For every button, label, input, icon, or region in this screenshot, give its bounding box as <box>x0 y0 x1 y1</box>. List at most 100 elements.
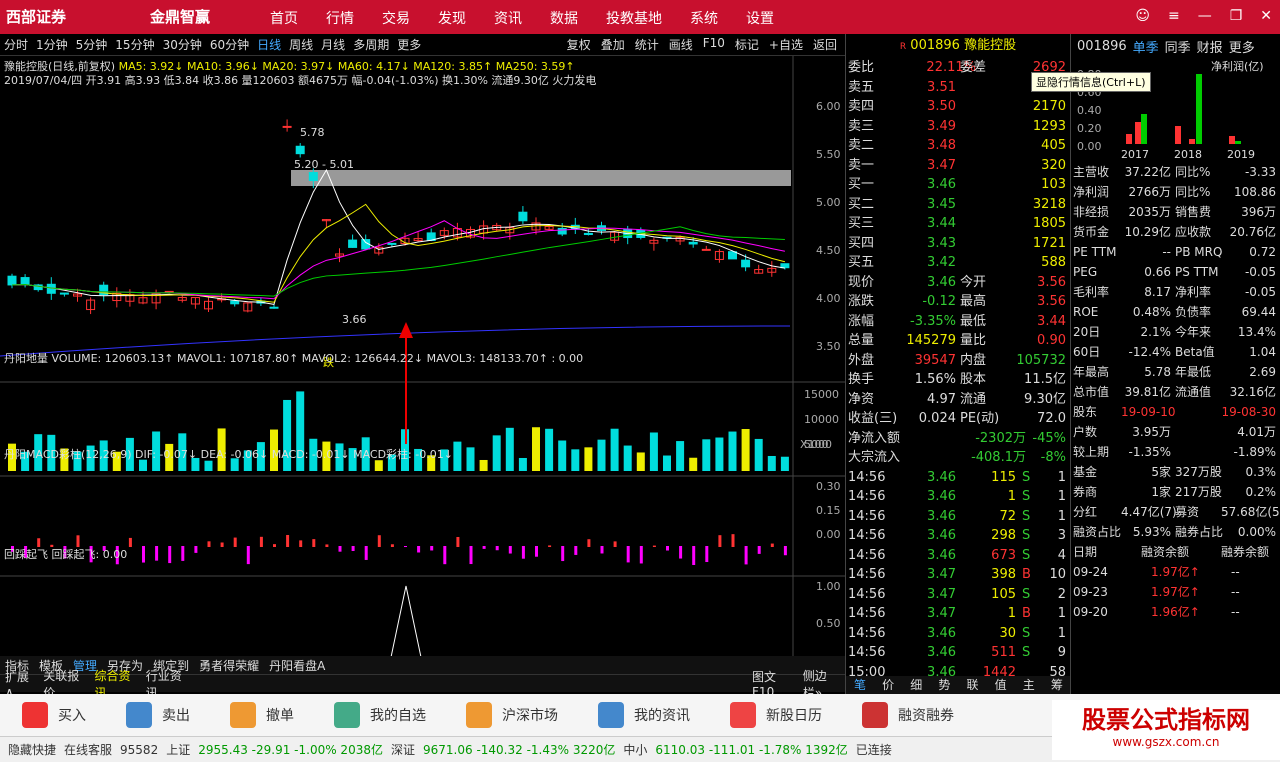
sell-label: 卖三 <box>848 118 875 134</box>
f10-tab-4[interactable]: 更多 <box>1229 37 1255 56</box>
quote-tab-4[interactable]: 联 <box>967 676 979 694</box>
tick-count: 1 <box>1057 469 1066 485</box>
tool-tab-4[interactable]: F10 <box>703 36 725 53</box>
app-logo: 金鼎智赢 <box>150 8 211 26</box>
quick-5-button[interactable]: 我的资讯 <box>598 702 690 728</box>
macd-bar <box>155 546 159 561</box>
menu-icon[interactable]: ≡ <box>1168 8 1180 24</box>
macd-bar <box>482 546 486 549</box>
nav-item-1[interactable]: 行情 <box>326 8 354 28</box>
f10-cell: 年最高 <box>1073 365 1110 379</box>
f10-cell: PEG <box>1073 265 1098 279</box>
quick-label: 融资融券 <box>898 708 954 724</box>
huicai-tick: 0.50 <box>816 617 841 630</box>
zx-index-label: 中小 <box>623 743 648 757</box>
f10-tab-2[interactable]: 同季 <box>1165 37 1191 56</box>
close-icon[interactable]: ✕ <box>1260 8 1272 24</box>
quick-7-button[interactable]: 融资融券 <box>862 702 954 728</box>
quick-label: 买入 <box>58 708 86 724</box>
f10-cell: 4.01万 <box>1237 425 1276 439</box>
sell-label: 卖五 <box>848 79 875 95</box>
nav-item-4[interactable]: 资讯 <box>494 8 522 28</box>
nav-item-2[interactable]: 交易 <box>382 8 410 28</box>
period-tab-7[interactable]: 周线 <box>289 36 313 53</box>
tick-side: S <box>1022 586 1031 602</box>
window-controls: ☺ ≡ — ❐ ✕ <box>1135 8 1272 24</box>
profit-bar <box>1229 136 1235 144</box>
period-tab-0[interactable]: 分时 <box>4 36 28 53</box>
margin-cell: 1.97亿↑ <box>1151 565 1200 579</box>
tick-count: 9 <box>1057 645 1066 660</box>
tick-time: 14:56 <box>848 606 886 621</box>
price-tick: 3.50 <box>816 340 841 353</box>
tick-side: S <box>1022 489 1031 504</box>
hide-shortcuts[interactable]: 隐藏快捷 <box>8 741 56 758</box>
tool-tab-7[interactable]: 返回 <box>813 36 837 53</box>
margin-cell: 09-24 <box>1073 565 1108 579</box>
f10-tab-0[interactable]: 001896 <box>1077 39 1127 54</box>
period-tab-2[interactable]: 5分钟 <box>76 36 108 53</box>
indicator-tab-5[interactable]: 勇者得荣耀 <box>199 657 259 674</box>
f10-cell: 13.4% <box>1237 325 1276 339</box>
quote-tab-7[interactable]: 筹 <box>1051 676 1063 694</box>
minimize-icon[interactable]: — <box>1198 8 1212 24</box>
tick-side: S <box>1022 625 1031 641</box>
quick-1-button[interactable]: 卖出 <box>126 702 190 728</box>
quote-tab-3[interactable]: 势 <box>938 676 950 694</box>
tick-vol: 511 <box>991 645 1016 660</box>
period-tab-10[interactable]: 更多 <box>397 36 421 53</box>
quote-tab-0[interactable]: 笔 <box>854 676 866 694</box>
period-tab-4[interactable]: 30分钟 <box>163 36 202 53</box>
period-tab-9[interactable]: 多周期 <box>353 36 389 53</box>
sh-index-label: 上证 <box>166 743 191 757</box>
candle-body <box>7 275 17 286</box>
nav-item-6[interactable]: 投教基地 <box>606 8 662 28</box>
period-tab-8[interactable]: 月线 <box>321 36 345 53</box>
quick-4-button[interactable]: 沪深市场 <box>466 702 558 728</box>
f10-cell: 10.29亿 <box>1124 225 1171 239</box>
fin-value: 0.024 <box>918 411 956 426</box>
indicator-tab-6[interactable]: 丹阳看盘A <box>269 657 325 674</box>
period-tab-1[interactable]: 1分钟 <box>36 36 68 53</box>
nav-item-7[interactable]: 系统 <box>690 8 718 28</box>
sell-level: 卖三 3.49 1293 <box>846 117 1070 137</box>
volume-bar <box>571 449 580 471</box>
period-tab-3[interactable]: 15分钟 <box>115 36 154 53</box>
nav-item-5[interactable]: 数据 <box>550 8 578 28</box>
online-service[interactable]: 在线客服 <box>64 741 112 758</box>
quick-7-icon <box>862 702 888 728</box>
period-tab-6[interactable]: 日线 <box>257 36 281 53</box>
macd-bar <box>521 546 525 559</box>
f10-row: ROE 0.48% 负债率 69.44 <box>1071 302 1280 322</box>
f10-tab-3[interactable]: 财报 <box>1197 37 1223 56</box>
tool-tab-5[interactable]: 标记 <box>735 36 759 53</box>
buy-label: 买三 <box>848 216 875 231</box>
tool-tab-0[interactable]: 复权 <box>567 36 591 53</box>
f10-tab-1[interactable]: 单季 <box>1133 37 1159 56</box>
quote-tab-2[interactable]: 细 <box>910 676 922 694</box>
tool-tab-1[interactable]: 叠加 <box>601 36 625 53</box>
tool-tab-2[interactable]: 统计 <box>635 36 659 53</box>
tool-tab-3[interactable]: 画线 <box>669 36 693 53</box>
f10-cell: 0.2% <box>1245 485 1277 499</box>
flow-pct: -8% <box>1040 450 1066 465</box>
tool-tab-6[interactable]: +自选 <box>769 36 803 53</box>
nav-item-0[interactable]: 首页 <box>270 8 298 28</box>
quote-tab-1[interactable]: 价 <box>882 676 894 694</box>
quick-3-button[interactable]: 我的自选 <box>334 702 426 728</box>
quick-label: 卖出 <box>162 708 190 724</box>
quick-2-button[interactable]: 撤单 <box>230 702 294 728</box>
maximize-icon[interactable]: ❐ <box>1230 8 1243 24</box>
quick-6-button[interactable]: 新股日历 <box>730 702 822 728</box>
nav-item-3[interactable]: 发现 <box>438 8 466 28</box>
q-label: 总量 <box>848 333 875 348</box>
volume-bar <box>623 445 632 471</box>
macd-bar <box>207 541 211 547</box>
period-tab-5[interactable]: 60分钟 <box>210 36 249 53</box>
quote-tab-5[interactable]: 值 <box>995 676 1007 694</box>
quick-0-button[interactable]: 买入 <box>22 702 86 728</box>
nav-item-8[interactable]: 设置 <box>746 8 774 28</box>
user-icon[interactable]: ☺ <box>1135 8 1150 24</box>
q-value: 0.90 <box>1037 333 1066 348</box>
quote-tab-6[interactable]: 主 <box>1023 676 1035 694</box>
